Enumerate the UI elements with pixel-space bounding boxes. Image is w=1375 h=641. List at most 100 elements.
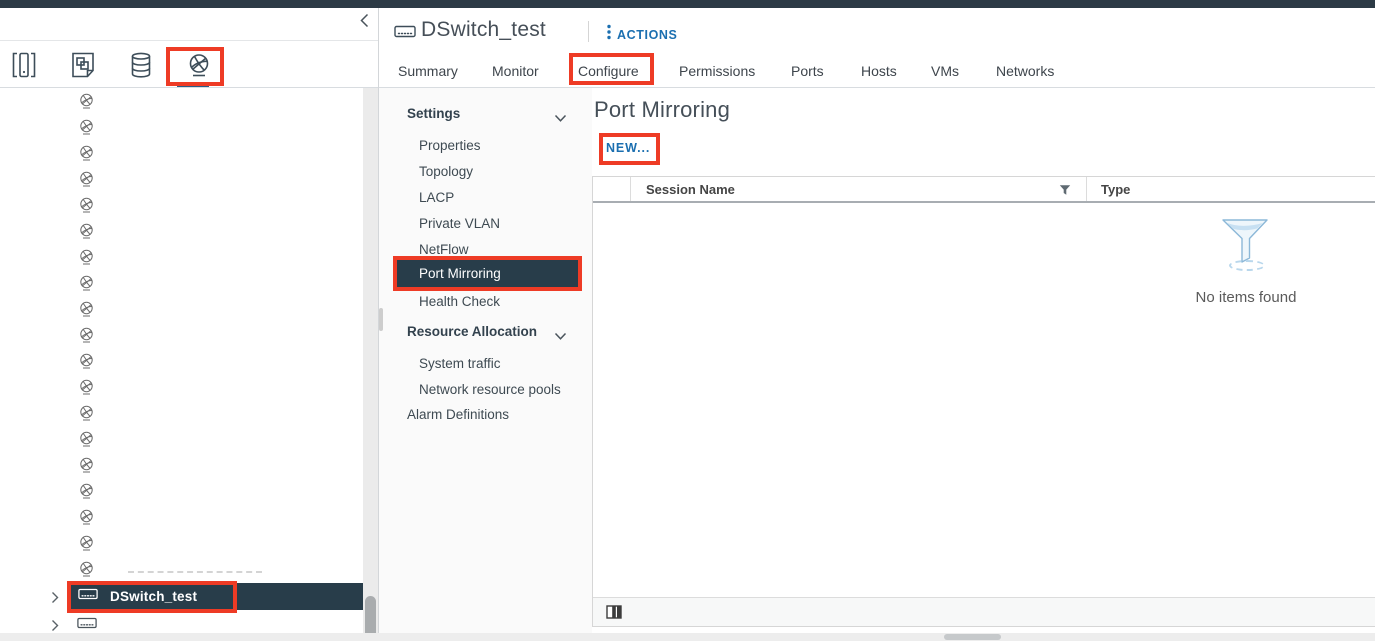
nav-item-netflow[interactable]: NetFlow — [419, 242, 469, 257]
tab-vms[interactable]: VMs — [931, 63, 959, 79]
grid-footer-bar — [593, 597, 1375, 626]
nav-section-settings[interactable]: Settings — [407, 106, 460, 121]
nav-item-system-traffic[interactable]: System traffic — [419, 356, 501, 371]
tree-item-network[interactable] — [0, 272, 360, 298]
network-globe-icon — [79, 431, 94, 452]
grid-selector-column-header — [593, 177, 631, 201]
tree-item-network[interactable] — [0, 454, 360, 480]
tree-expand-chevron[interactable] — [51, 618, 61, 632]
network-globe-icon — [79, 145, 94, 166]
tree-item-label: DSwitch_test — [110, 589, 197, 604]
network-globe-icon — [79, 561, 94, 582]
nav-panel-scrollbar-thumb[interactable] — [379, 308, 383, 331]
network-globe-icon — [79, 405, 94, 426]
vms-and-templates-icon — [71, 52, 95, 83]
tree-item-network[interactable] — [0, 246, 360, 272]
grid-header-row: Session Name Type — [593, 177, 1375, 203]
nav-item-port-mirroring-selected[interactable]: Port Mirroring — [397, 260, 578, 287]
nav-item-lacp[interactable]: LACP — [419, 190, 454, 205]
network-globe-icon — [79, 353, 94, 374]
network-globe-icon — [79, 457, 94, 478]
filter-funnel-icon[interactable] — [1059, 183, 1071, 201]
column-header-type[interactable]: Type — [1101, 182, 1130, 197]
tree-item-network[interactable] — [0, 402, 360, 428]
tab-hosts[interactable]: Hosts — [861, 63, 897, 79]
network-globe-icon — [79, 379, 94, 400]
column-management-icon[interactable] — [606, 604, 622, 625]
masthead-bar — [0, 0, 1375, 8]
storage-icon — [130, 52, 152, 83]
tree-item-dswitch-selected[interactable]: DSwitch_test — [70, 583, 363, 610]
actions-menu-button[interactable]: ACTIONS — [607, 24, 677, 45]
tree-item-network[interactable] — [0, 298, 360, 324]
entity-title: DSwitch_test — [421, 18, 546, 42]
tab-networks[interactable]: Networks — [996, 63, 1054, 79]
sidebar-scrollbar-track[interactable] — [363, 88, 378, 633]
horizontal-scrollbar-thumb[interactable] — [944, 634, 1001, 640]
tree-item-network[interactable] — [0, 142, 360, 168]
tree-item-network[interactable] — [0, 350, 360, 376]
network-globe-icon — [79, 249, 94, 270]
tab-summary[interactable]: Summary — [398, 63, 458, 79]
nav-item-topology[interactable]: Topology — [419, 164, 473, 179]
distributed-switch-icon — [394, 23, 416, 45]
title-actions-divider — [588, 21, 589, 42]
sidebar-top-divider — [0, 40, 378, 41]
tree-item-network[interactable] — [0, 506, 360, 532]
column-header-session-name[interactable]: Session Name — [646, 182, 735, 197]
horizontal-scrollbar-track[interactable] — [0, 633, 1375, 641]
inventory-tab-vms-and-templates[interactable] — [66, 51, 100, 83]
nav-section-resource-allocation[interactable]: Resource Allocation — [407, 324, 537, 339]
nav-section-alarm-definitions[interactable]: Alarm Definitions — [407, 407, 509, 422]
network-globe-icon — [79, 197, 94, 218]
column-divider — [1086, 177, 1087, 201]
network-globe-icon — [79, 327, 94, 348]
tree-item-network[interactable] — [0, 194, 360, 220]
tree-item-network[interactable] — [0, 168, 360, 194]
nav-item-health-check[interactable]: Health Check — [419, 294, 500, 309]
tab-ports[interactable]: Ports — [791, 63, 824, 79]
empty-state-shadow — [1229, 260, 1265, 271]
tree-item-network[interactable] — [0, 324, 360, 350]
chevron-left-icon — [360, 13, 369, 33]
nav-item-network-resource-pools[interactable]: Network resource pools — [419, 382, 561, 397]
networking-icon — [186, 52, 212, 83]
network-globe-icon — [79, 119, 94, 140]
tree-item-loading-placeholder — [128, 571, 262, 573]
network-globe-icon — [79, 483, 94, 504]
tree-item-network[interactable] — [0, 376, 360, 402]
tree-item-network[interactable] — [0, 480, 360, 506]
actions-menu-label: ACTIONS — [617, 28, 677, 42]
tree-item-network[interactable] — [0, 428, 360, 454]
tree-item-network[interactable] — [0, 532, 360, 558]
inventory-tab-storage[interactable] — [124, 51, 158, 83]
vsphere-client-window: DSwitch_test DSwitch_test — [0, 0, 1375, 641]
chevron-down-icon[interactable] — [554, 110, 567, 119]
distributed-switch-icon — [78, 586, 98, 607]
tab-permissions[interactable]: Permissions — [679, 63, 755, 79]
chevron-down-icon[interactable] — [554, 328, 567, 337]
nav-item-properties[interactable]: Properties — [419, 138, 481, 153]
header-bottom-divider — [0, 87, 1375, 88]
inventory-tab-networking[interactable] — [182, 51, 216, 83]
sidebar-collapse-button[interactable] — [354, 13, 374, 33]
network-globe-icon — [79, 93, 94, 114]
tree-item-network[interactable] — [0, 220, 360, 246]
tree-item-network[interactable] — [0, 116, 360, 142]
nav-item-private-vlan[interactable]: Private VLAN — [419, 216, 500, 231]
network-globe-icon — [79, 535, 94, 556]
network-globe-icon — [79, 301, 94, 322]
vertical-ellipsis-icon — [607, 24, 611, 45]
network-tree-list — [0, 90, 360, 584]
network-globe-icon — [79, 223, 94, 244]
inventory-tab-hosts-and-clusters[interactable] — [7, 51, 41, 83]
empty-state-text: No items found — [1166, 289, 1326, 306]
tab-monitor[interactable]: Monitor — [492, 63, 539, 79]
network-globe-icon — [79, 509, 94, 530]
tree-expand-chevron[interactable] — [51, 590, 61, 604]
new-session-button[interactable]: NEW... — [606, 141, 650, 155]
tab-configure[interactable]: Configure — [578, 63, 639, 79]
tree-item-network[interactable] — [0, 90, 360, 116]
page-title: Port Mirroring — [594, 97, 730, 123]
network-globe-icon — [79, 275, 94, 296]
